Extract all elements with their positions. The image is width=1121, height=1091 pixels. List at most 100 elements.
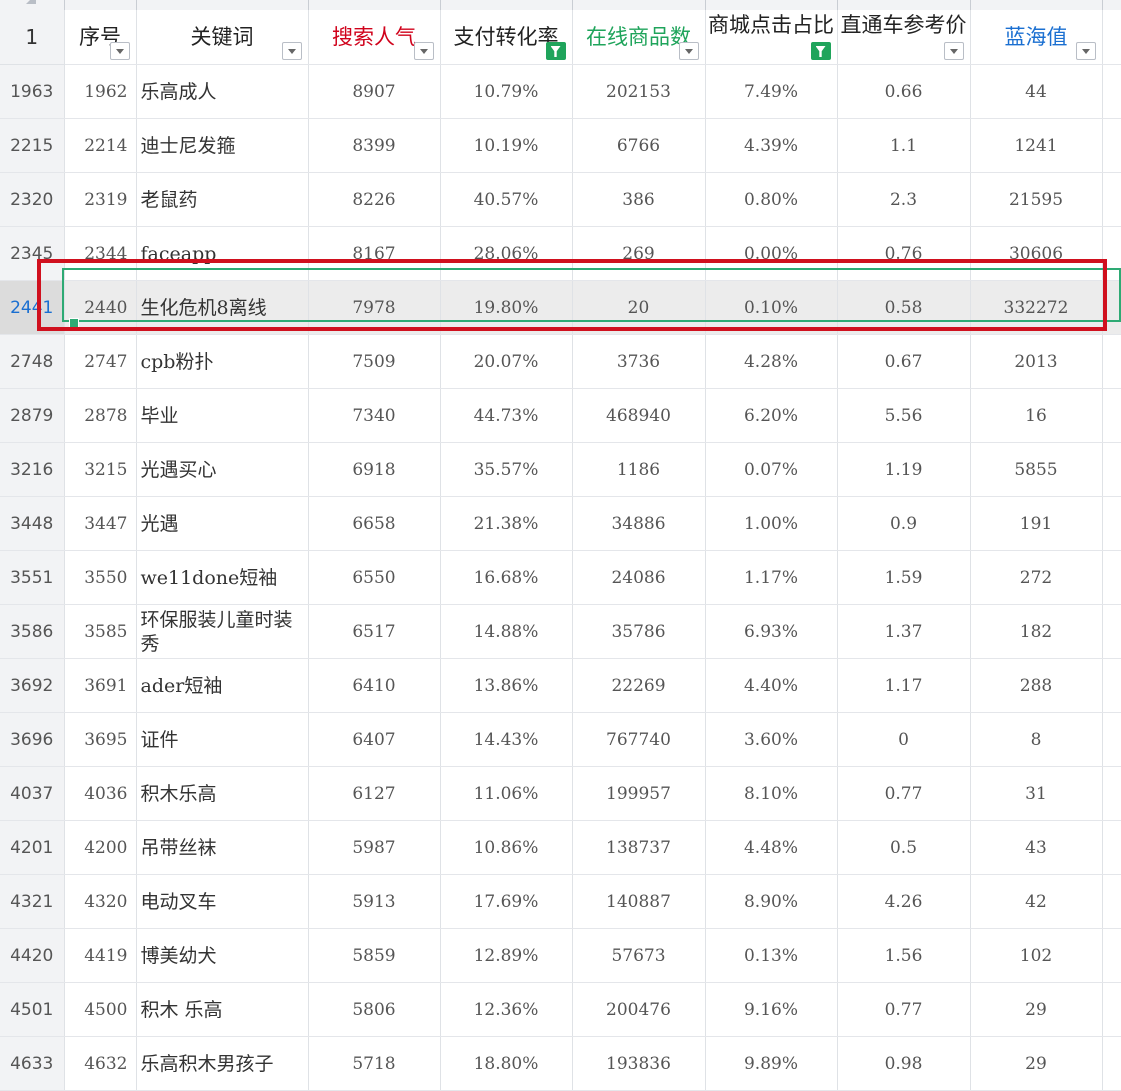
cell-keyword[interactable]: 博美幼犬 [136,928,309,983]
col-header-ztc-price[interactable]: 直通车参考价 [837,10,971,65]
cell-ztc-price[interactable]: 5.56 [837,388,971,443]
cell-ztc-price[interactable]: 1.1 [837,118,971,173]
table-row[interactable]: 4633 4632 乐高积木男孩子 5718 18.80% 193836 9.89% 0.98… [0,1036,1121,1091]
cell-mall-click-ratio[interactable]: 6.20% [705,388,838,443]
col-header-online-products[interactable]: 在线商品数 [572,10,706,65]
cell-online-products[interactable]: 138737 [572,820,706,875]
cell-empty[interactable] [1102,874,1121,929]
cell-payment-conversion[interactable]: 10.79% [440,64,573,119]
cell-seq[interactable]: 2319 [64,172,137,227]
cell-blue-sea-value[interactable]: 1241 [970,118,1103,173]
row-number[interactable]: 3586 [0,604,65,659]
col-header-search-popularity[interactable]: 搜索人气 [308,10,441,65]
cell-search-popularity[interactable]: 6127 [308,766,441,821]
cell-ztc-price[interactable]: 1.59 [837,550,971,605]
cell-ztc-price[interactable]: 0.9 [837,496,971,551]
cell-payment-conversion[interactable]: 10.86% [440,820,573,875]
cell-payment-conversion[interactable]: 28.06% [440,226,573,281]
cell-search-popularity[interactable]: 8167 [308,226,441,281]
cell-mall-click-ratio[interactable]: 4.39% [705,118,838,173]
cell-payment-conversion[interactable]: 13.86% [440,658,573,713]
cell-seq[interactable]: 4200 [64,820,137,875]
cell-mall-click-ratio[interactable]: 4.28% [705,334,838,389]
cell-mall-click-ratio[interactable]: 4.48% [705,820,838,875]
cell-blue-sea-value[interactable]: 332272 [970,280,1103,335]
cell-search-popularity[interactable]: 6410 [308,658,441,713]
table-row[interactable]: 3551 3550 we11done短袖 6550 16.68% 24086 1.17% 1.… [0,550,1121,605]
filter-dropdown-icon[interactable] [1075,42,1096,60]
cell-empty[interactable] [1102,712,1121,767]
table-row[interactable]: 2215 2214 迪士尼发箍 8399 10.19% 6766 4.39% 1.1 1241 [0,118,1121,173]
cell-online-products[interactable]: 57673 [572,928,706,983]
row-number[interactable]: 2879 [0,388,65,443]
cell-empty[interactable] [1102,982,1121,1037]
cell-search-popularity[interactable]: 8399 [308,118,441,173]
cell-blue-sea-value[interactable]: 43 [970,820,1103,875]
select-all-corner-icon[interactable] [26,0,36,4]
cell-online-products[interactable]: 22269 [572,658,706,713]
cell-blue-sea-value[interactable]: 29 [970,1036,1103,1091]
row-number[interactable]: 4501 [0,982,65,1037]
cell-seq[interactable]: 2878 [64,388,137,443]
filter-active-icon[interactable] [810,42,831,60]
cell-search-popularity[interactable]: 6658 [308,496,441,551]
cell-online-products[interactable]: 1186 [572,442,706,497]
table-row[interactable]: 3586 3585 环保服装儿童时装秀 6517 14.88% 35786 6.93% 1.3… [0,604,1121,659]
cell-blue-sea-value[interactable]: 8 [970,712,1103,767]
cell-search-popularity[interactable]: 5806 [308,982,441,1037]
cell-search-popularity[interactable]: 5987 [308,820,441,875]
cell-search-popularity[interactable]: 6407 [308,712,441,767]
cell-keyword[interactable]: 老鼠药 [136,172,309,227]
cell-search-popularity[interactable]: 5718 [308,1036,441,1091]
cell-payment-conversion[interactable]: 35.57% [440,442,573,497]
cell-keyword[interactable]: faceapp [136,226,309,281]
cell-empty[interactable] [1102,1036,1121,1091]
cell-search-popularity[interactable]: 5913 [308,874,441,929]
table-row[interactable]: 4501 4500 积木 乐高 5806 12.36% 200476 9.16% 0.77 29 [0,982,1121,1037]
col-header-keyword[interactable]: 关键词 [136,10,309,65]
row-number[interactable]: 4321 [0,874,65,929]
cell-online-products[interactable]: 386 [572,172,706,227]
cell-online-products[interactable]: 200476 [572,982,706,1037]
cell-blue-sea-value[interactable]: 288 [970,658,1103,713]
cell-empty[interactable] [1102,64,1121,119]
row-number[interactable]: 3692 [0,658,65,713]
cell-empty[interactable] [1102,928,1121,983]
cell-ztc-price[interactable]: 1.19 [837,442,971,497]
table-row[interactable]: 3216 3215 光遇买心 6918 35.57% 1186 0.07% 1.19 5855 [0,442,1121,497]
table-row[interactable]: 4420 4419 博美幼犬 5859 12.89% 57673 0.13% 1.56 102 [0,928,1121,983]
cell-payment-conversion[interactable]: 14.88% [440,604,573,659]
cell-seq[interactable]: 4036 [64,766,137,821]
cell-ztc-price[interactable]: 1.56 [837,928,971,983]
cell-ztc-price[interactable]: 0.58 [837,280,971,335]
cell-seq[interactable]: 4500 [64,982,137,1037]
row-number[interactable]: 4633 [0,1036,65,1091]
col-header-blue-sea-value[interactable]: 蓝海值 [970,10,1103,65]
cell-seq[interactable]: 3691 [64,658,137,713]
cell-ztc-price[interactable]: 1.37 [837,604,971,659]
cell-keyword[interactable]: 电动叉车 [136,874,309,929]
row-number[interactable]: 3216 [0,442,65,497]
cell-seq[interactable]: 3695 [64,712,137,767]
table-row[interactable]: 3448 3447 光遇 6658 21.38% 34886 1.00% 0.9 191 [0,496,1121,551]
col-header-payment-conversion[interactable]: 支付转化率 [440,10,573,65]
cell-ztc-price[interactable]: 0.77 [837,766,971,821]
cell-seq[interactable]: 4632 [64,1036,137,1091]
cell-online-products[interactable]: 140887 [572,874,706,929]
filter-dropdown-icon[interactable] [109,42,130,60]
cell-mall-click-ratio[interactable]: 0.13% [705,928,838,983]
cell-online-products[interactable]: 468940 [572,388,706,443]
table-row[interactable]: 2441 2440 生化危机8离线 7978 19.80% 20 0.10% 0.58 3322… [0,280,1121,335]
filter-dropdown-icon[interactable] [413,42,434,60]
table-row[interactable]: 2320 2319 老鼠药 8226 40.57% 386 0.80% 2.3 21595 [0,172,1121,227]
cell-keyword[interactable]: cpb粉扑 [136,334,309,389]
cell-online-products[interactable]: 767740 [572,712,706,767]
cell-payment-conversion[interactable]: 14.43% [440,712,573,767]
filter-dropdown-icon[interactable] [678,42,699,60]
cell-payment-conversion[interactable]: 12.89% [440,928,573,983]
cell-online-products[interactable]: 269 [572,226,706,281]
cell-mall-click-ratio[interactable]: 4.40% [705,658,838,713]
cell-online-products[interactable]: 6766 [572,118,706,173]
table-row[interactable]: 1963 1962 乐高成人 8907 10.79% 202153 7.49% 0.66 44 [0,64,1121,119]
cell-online-products[interactable]: 199957 [572,766,706,821]
